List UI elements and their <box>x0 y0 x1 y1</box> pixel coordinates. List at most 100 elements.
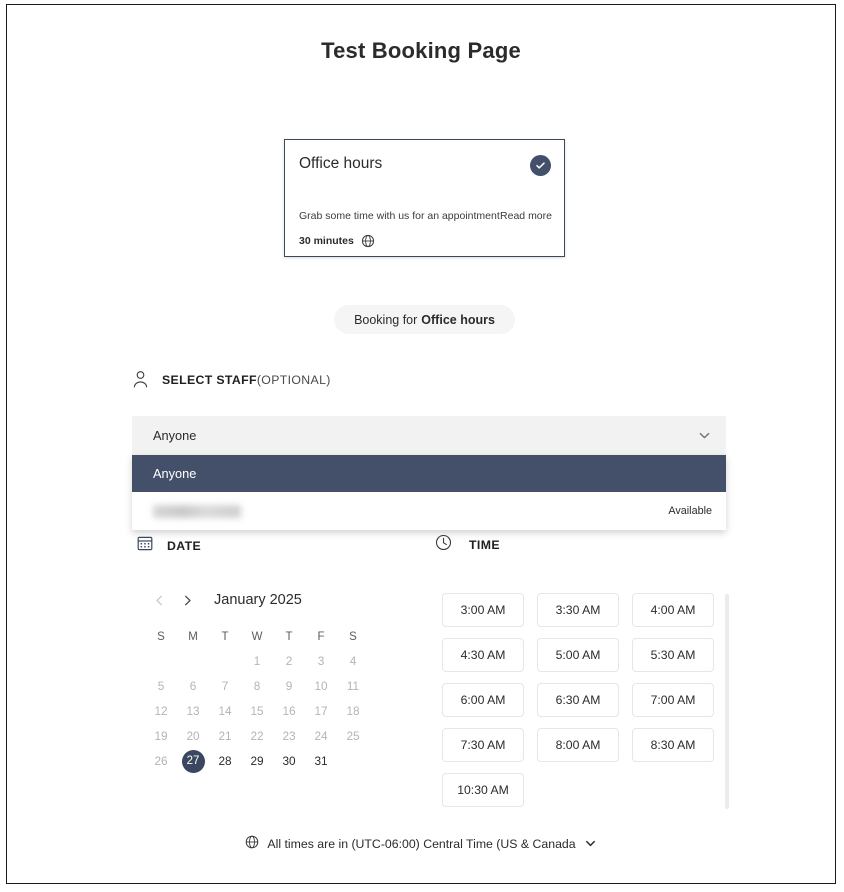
time-slot-button[interactable]: 8:30 AM <box>632 728 714 762</box>
calendar-day-number: 8 <box>253 679 261 693</box>
calendar-day: 24 <box>305 724 337 748</box>
calendar-weekday: T <box>221 631 229 643</box>
time-slot-label: 3:00 AM <box>460 603 506 617</box>
calendar-day: 11 <box>337 674 369 698</box>
calendar-day-number: 23 <box>282 729 296 743</box>
person-icon <box>132 370 149 389</box>
time-slot-button[interactable]: 3:00 AM <box>442 593 524 627</box>
time-slot-button[interactable]: 5:00 AM <box>537 638 619 672</box>
calendar-day-number: 26 <box>154 754 168 768</box>
time-slot-button[interactable]: 10:30 AM <box>442 773 524 807</box>
time-slot-button[interactable]: 6:30 AM <box>537 683 619 717</box>
time-slot-button[interactable]: 3:30 AM <box>537 593 619 627</box>
service-card-title: Office hours <box>299 155 383 172</box>
staff-select-field[interactable]: Anyone <box>132 416 726 455</box>
staff-select-value: Anyone <box>153 428 197 443</box>
calendar-icon <box>137 535 153 556</box>
time-slot-label: 8:00 AM <box>555 738 601 752</box>
calendar-weekday: S <box>349 631 357 643</box>
calendar-day-number: 18 <box>346 704 360 718</box>
time-section-label: TIME <box>469 538 500 552</box>
chevron-left-icon[interactable] <box>145 586 173 614</box>
calendar-day-number: 17 <box>314 704 328 718</box>
time-slot-button[interactable]: 4:30 AM <box>442 638 524 672</box>
globe-icon <box>361 234 375 248</box>
calendar-day: 7 <box>209 674 241 698</box>
calendar-day-number: 25 <box>346 729 360 743</box>
time-slot-label: 5:00 AM <box>555 648 601 662</box>
select-staff-label-optional: (OPTIONAL) <box>256 372 331 387</box>
calendar-day: 16 <box>273 699 305 723</box>
time-slot-label: 6:00 AM <box>460 693 506 707</box>
calendar-day-number: 12 <box>154 704 168 718</box>
staff-option-anyone[interactable]: Anyone <box>132 455 726 492</box>
calendar-day: 3 <box>305 649 337 673</box>
calendar-day-number: 19 <box>154 729 168 743</box>
chevron-right-icon[interactable] <box>173 586 201 614</box>
time-slot-button[interactable]: 8:00 AM <box>537 728 619 762</box>
time-slot-button[interactable]: 6:00 AM <box>442 683 524 717</box>
calendar-day-number: 15 <box>250 704 264 718</box>
calendar-day-number: 31 <box>314 754 328 768</box>
calendar-day-number: 22 <box>250 729 264 743</box>
calendar-day: 4 <box>337 649 369 673</box>
calendar-day: 6 <box>177 674 209 698</box>
calendar-day-selected[interactable]: 27 <box>177 749 209 773</box>
date-section-label: DATE <box>167 538 202 553</box>
calendar-day: 25 <box>337 724 369 748</box>
calendar-day-number: 24 <box>314 729 328 743</box>
calendar-day-number: 21 <box>218 729 232 743</box>
time-slot-label: 10:30 AM <box>457 783 509 797</box>
staff-option-redacted-name <box>153 504 241 518</box>
calendar-day-number: 2 <box>285 654 293 668</box>
calendar-day-number: 16 <box>282 704 296 718</box>
staff-dropdown-list[interactable]: Anyone Available <box>132 455 726 530</box>
calendar-day: 12 <box>145 699 177 723</box>
calendar-day-number: 9 <box>285 679 293 693</box>
select-staff-heading: SELECT STAFF(OPTIONAL) <box>132 370 331 389</box>
chevron-down-icon[interactable] <box>584 837 597 850</box>
calendar-day-number: 7 <box>221 679 229 693</box>
chevron-down-icon[interactable] <box>697 428 712 443</box>
date-picker-calendar[interactable]: January 2025 S M T W T F S 1 2 3 4 5 6 7 8 9 10 11 12 13 14 1… <box>145 585 370 773</box>
time-section-heading: TIME <box>435 534 500 556</box>
calendar-day: 9 <box>273 674 305 698</box>
globe-icon <box>245 835 259 852</box>
calendar-day[interactable]: 31 <box>305 749 337 773</box>
calendar-weekday: F <box>317 631 325 643</box>
time-slot-label: 6:30 AM <box>555 693 601 707</box>
staff-option-status: Available <box>668 505 712 517</box>
time-slot-button[interactable]: 5:30 AM <box>632 638 714 672</box>
calendar-day-number: 28 <box>218 754 232 768</box>
calendar-day: 20 <box>177 724 209 748</box>
calendar-day: 8 <box>241 674 273 698</box>
calendar-day-number: 3 <box>317 654 325 668</box>
calendar-day-number: 5 <box>157 679 165 693</box>
calendar-weekday: M <box>188 631 198 643</box>
calendar-blank-cell <box>209 649 241 673</box>
calendar-day: 22 <box>241 724 273 748</box>
time-slot-button[interactable]: 4:00 AM <box>632 593 714 627</box>
calendar-day-number: 29 <box>250 754 264 768</box>
calendar-weekday: T <box>285 631 293 643</box>
calendar-grid[interactable]: S M T W T F S 1 2 3 4 5 6 7 8 9 10 11 12 13 14 15 16 17 18 19 20 21… <box>145 626 370 773</box>
time-slot-button[interactable]: 7:00 AM <box>632 683 714 717</box>
staff-option-redacted[interactable]: Available <box>132 492 726 530</box>
time-slot-button[interactable]: 7:30 AM <box>442 728 524 762</box>
page-title: Test Booking Page <box>321 38 521 63</box>
calendar-day: 21 <box>209 724 241 748</box>
timezone-text[interactable]: All times are in (UTC-06:00) Central Tim… <box>267 837 575 851</box>
calendar-blank-cell <box>145 649 177 673</box>
service-card-office-hours[interactable]: Office hours Grab some time with us for … <box>284 139 565 257</box>
time-slot-label: 3:30 AM <box>555 603 601 617</box>
time-slot-scrollbar[interactable] <box>725 594 729 809</box>
time-slot-grid[interactable]: 3:00 AM 3:30 AM 4:00 AM 4:30 AM 5:00 AM 5:30 … <box>442 593 722 807</box>
calendar-weekday: W <box>251 631 263 643</box>
read-more-link[interactable]: Read more <box>500 210 552 222</box>
calendar-day: 5 <box>145 674 177 698</box>
calendar-day[interactable]: 29 <box>241 749 273 773</box>
calendar-blank-cell <box>177 649 209 673</box>
timezone-selector[interactable]: All times are in (UTC-06:00) Central Tim… <box>7 835 835 852</box>
calendar-day[interactable]: 28 <box>209 749 241 773</box>
calendar-day[interactable]: 30 <box>273 749 305 773</box>
